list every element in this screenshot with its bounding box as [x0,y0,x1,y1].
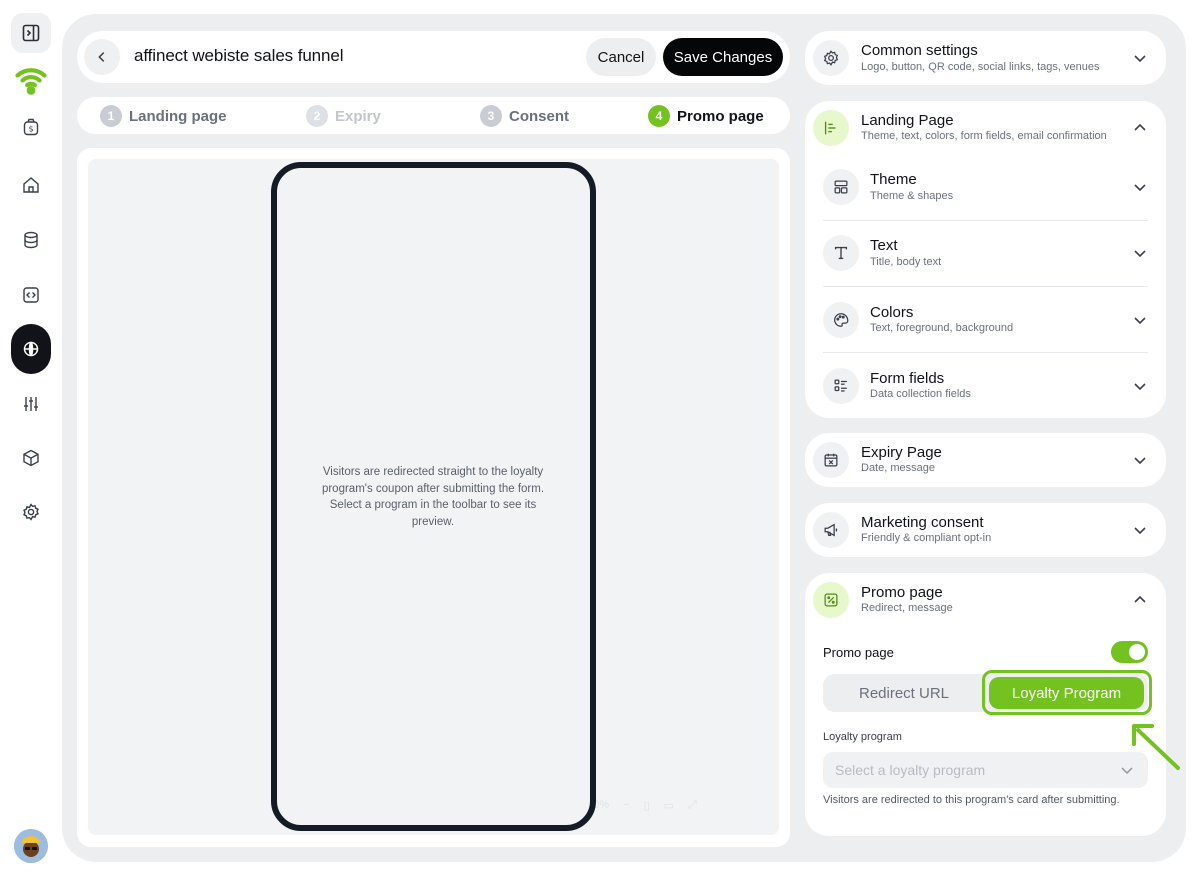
form-list-icon [823,368,859,404]
section-subtitle: Theme & shapes [870,190,954,202]
box-icon[interactable] [12,439,50,477]
panel-title: Marketing consent [861,514,984,531]
select-placeholder: Select a loyalty program [835,762,986,778]
chevron-up-icon[interactable] [1133,121,1147,135]
divider [823,352,1148,353]
avatar[interactable] [14,829,48,863]
highlight-outline [982,670,1152,715]
promo-page-toggle[interactable] [1111,641,1148,663]
align-left-icon [813,110,849,146]
database-icon[interactable] [12,221,50,259]
back-button[interactable] [84,39,120,75]
chevron-down-icon[interactable] [1133,246,1147,260]
redirect-url-option[interactable]: Redirect URL [823,674,985,712]
sidebar-collapse-icon[interactable] [11,13,51,53]
panel-subtitle: Theme, text, colors, form fields, email … [861,130,1107,142]
step-label: Promo page [677,107,764,125]
panel-subtitle: Date, message [861,462,935,474]
sliders-icon[interactable] [12,385,50,423]
mobile-view-icon[interactable]: ▯ [644,799,650,812]
step-expiry[interactable]: 2 Expiry [306,104,381,128]
chevron-down-icon[interactable] [1133,313,1147,327]
loyalty-helper-text: Visitors are redirected to this program'… [823,794,1120,806]
calendar-x-icon [813,442,849,478]
sidebar: $ [0,0,62,877]
svg-text:$: $ [28,125,33,134]
loyalty-program-select[interactable]: Select a loyalty program [823,752,1148,788]
panel-title: Common settings [861,42,978,59]
step-label: Consent [509,107,569,125]
common-settings-panel[interactable] [805,31,1166,85]
settings-icon[interactable] [12,493,50,531]
chevron-down-icon[interactable] [1133,453,1147,467]
landing-page-panel [805,101,1166,418]
loyalty-program-label: Loyalty program [823,731,902,743]
cancel-button[interactable]: Cancel [586,38,656,76]
divider [823,220,1148,221]
panel-title: Promo page [861,584,943,601]
panel-subtitle: Redirect, message [861,602,953,614]
panel-title: Expiry Page [861,444,942,461]
chevron-down-icon[interactable] [1133,180,1147,194]
step-label: Expiry [335,107,381,125]
section-title: Text [870,237,898,254]
chevron-up-icon[interactable] [1133,593,1147,607]
pointer-arrow-icon [1132,724,1180,770]
section-subtitle: Data collection fields [870,388,971,400]
zoom-out-icon[interactable]: − [623,799,629,811]
chevron-down-icon[interactable] [1133,379,1147,393]
desktop-view-icon[interactable]: ▭ [664,799,674,812]
step-number: 4 [648,105,670,127]
section-subtitle: Text, foreground, background [870,322,1014,334]
expiry-page-panel[interactable] [805,433,1166,487]
save-changes-button[interactable]: Save Changes [663,38,783,76]
step-label: Landing page [129,107,227,125]
gear-icon [813,40,849,76]
step-landing-page[interactable]: 1 Landing page [100,104,227,128]
marketing-consent-panel[interactable] [805,503,1166,557]
home-icon[interactable] [12,166,50,204]
globe-icon[interactable] [11,324,51,374]
section-title: Colors [870,304,914,321]
layout-icon [823,169,859,205]
section-subtitle: Title, body text [870,256,942,268]
step-consent[interactable]: 3 Consent [480,104,569,128]
palette-icon [823,302,859,338]
dollar-bag-icon[interactable]: $ [12,108,50,146]
toggle-knob [1129,644,1145,660]
chevron-down-icon[interactable] [1133,523,1147,537]
step-number: 3 [480,105,502,127]
wifi-logo-icon [12,60,50,98]
section-title: Form fields [870,370,945,387]
section-title: Theme [870,171,917,188]
promo-toggle-label: Promo page [823,645,894,660]
page-title: affinect webiste sales funnel [134,46,344,65]
chevron-left-icon [98,52,105,62]
divider [823,286,1148,287]
megaphone-icon [813,512,849,548]
chevron-down-icon[interactable] [1133,51,1147,65]
step-number: 2 [306,105,328,127]
percent-icon [813,582,849,618]
preview-message: Visitors are redirected straight to the … [321,466,545,528]
code-icon[interactable] [12,276,50,314]
step-number: 1 [100,105,122,127]
step-promo-page[interactable]: 4 Promo page [648,104,764,128]
fullscreen-icon[interactable]: ⤢ [688,799,697,812]
panel-subtitle: Friendly & compliant opt-in [861,532,992,544]
type-icon [823,235,859,271]
panel-subtitle: Logo, button, QR code, social links, tag… [861,61,1100,73]
panel-title: Landing Page [861,112,954,129]
